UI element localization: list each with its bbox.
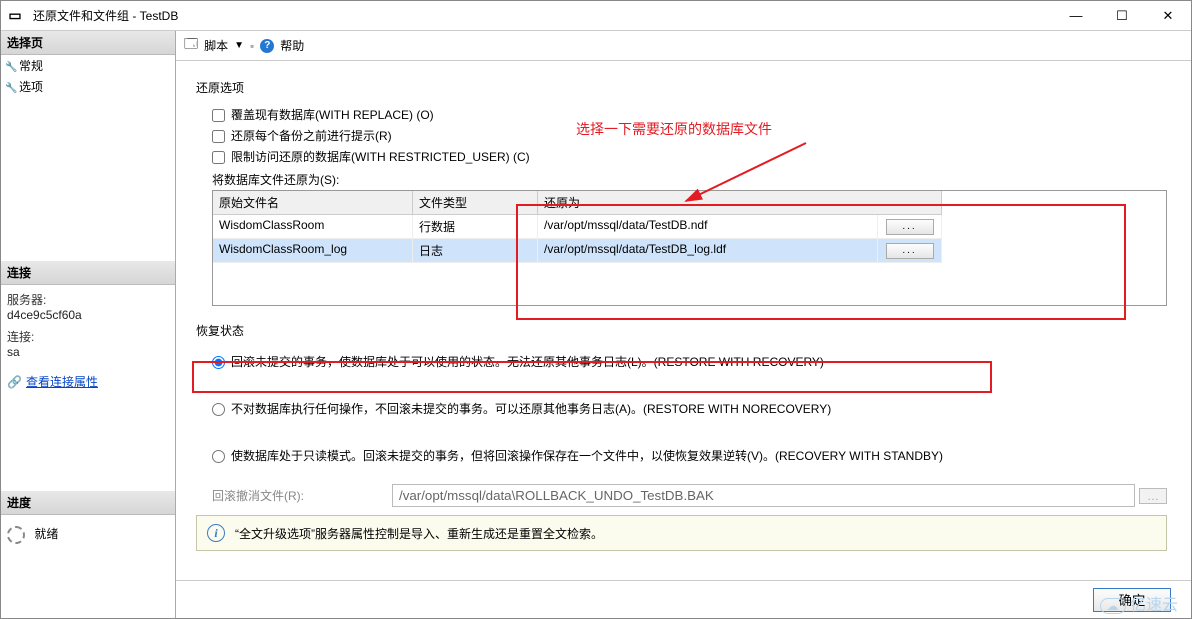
- app-icon: ▭: [1, 7, 29, 24]
- sidebar-page-options[interactable]: 🔧选项: [1, 76, 175, 97]
- restrict-checkbox[interactable]: [212, 151, 225, 164]
- help-icon: ?: [260, 39, 274, 53]
- progress-idle-icon: [7, 526, 25, 544]
- table-cell[interactable]: WisdomClassRoom_log: [213, 239, 413, 263]
- restore-options-title: 还原选项: [196, 79, 1167, 96]
- dialog-footer: 确定: [176, 580, 1191, 618]
- overwrite-checkbox[interactable]: [212, 109, 225, 122]
- annotation-box: [192, 361, 992, 393]
- window-title: 还原文件和文件组 - TestDB: [29, 7, 1053, 24]
- close-button[interactable]: ✕: [1145, 1, 1191, 30]
- norecovery-radio[interactable]: [212, 403, 225, 416]
- server-value: d4ce9c5cf60a: [7, 308, 169, 322]
- rollback-file-input: [392, 484, 1135, 507]
- progress-status: 就绪: [34, 527, 58, 541]
- link-icon: 🔗: [7, 375, 22, 389]
- view-connection-properties-link[interactable]: 查看连接属性: [26, 375, 98, 389]
- help-button[interactable]: 帮助: [280, 37, 304, 54]
- script-icon: 🗔: [184, 35, 198, 57]
- prompt-checkbox[interactable]: [212, 130, 225, 143]
- sidebar-page-label: 常规: [19, 59, 43, 73]
- restrict-label: 限制访问还原的数据库(WITH RESTRICTED_USER) (C): [231, 150, 530, 164]
- title-bar: ▭ 还原文件和文件组 - TestDB — ☐ ✕: [1, 1, 1191, 31]
- sidebar-progress-header: 进度: [1, 491, 175, 515]
- standby-label: 使数据库处于只读模式。回滚未提交的事务，但将回滚操作保存在一个文件中，以使恢复效…: [231, 449, 943, 463]
- overwrite-label: 覆盖现有数据库(WITH REPLACE) (O): [231, 108, 434, 122]
- recovery-state-title: 恢复状态: [196, 322, 1167, 339]
- sidebar: 选择页 🔧常规 🔧选项 连接 服务器: d4ce9c5cf60a 连接: sa …: [1, 31, 176, 618]
- maximize-button[interactable]: ☐: [1099, 1, 1145, 30]
- sidebar-pages-header: 选择页: [1, 31, 175, 55]
- info-box: i “全文升级选项”服务器属性控制是导入、重新生成还是重置全文检索。: [196, 515, 1167, 551]
- col-original-filename[interactable]: 原始文件名: [213, 191, 413, 215]
- table-cell[interactable]: WisdomClassRoom: [213, 215, 413, 239]
- rollback-file-label: 回滚撤消文件(R):: [212, 487, 392, 504]
- standby-radio[interactable]: [212, 450, 225, 463]
- annotation-text: 选择一下需要还原的数据库文件: [576, 119, 772, 139]
- rollback-browse-button: …: [1139, 488, 1167, 504]
- annotation-arrow-icon: [656, 139, 826, 209]
- server-label: 服务器:: [7, 291, 169, 308]
- info-icon: i: [207, 524, 225, 542]
- toolbar: 🗔 脚本 ▼ ▪ ? 帮助: [176, 31, 1191, 61]
- minimize-button[interactable]: —: [1053, 1, 1099, 30]
- info-text: “全文升级选项”服务器属性控制是导入、重新生成还是重置全文检索。: [235, 525, 603, 542]
- prompt-label: 还原每个备份之前进行提示(R): [231, 129, 392, 143]
- script-button[interactable]: 脚本: [204, 37, 228, 54]
- connection-value: sa: [7, 345, 169, 359]
- annotation-box: [516, 204, 1126, 320]
- script-dropdown-icon[interactable]: ▼: [234, 40, 244, 51]
- wrench-icon: 🔧: [5, 83, 17, 94]
- connection-label: 连接:: [7, 328, 169, 345]
- norecovery-label: 不对数据库执行任何操作，不回滚未提交的事务。可以还原其他事务日志(A)。(RES…: [231, 402, 831, 416]
- sidebar-page-general[interactable]: 🔧常规: [1, 55, 175, 76]
- ok-button[interactable]: 确定: [1093, 588, 1171, 612]
- wrench-icon: 🔧: [5, 62, 17, 73]
- sidebar-connection-header: 连接: [1, 261, 175, 285]
- sidebar-page-label: 选项: [19, 80, 43, 94]
